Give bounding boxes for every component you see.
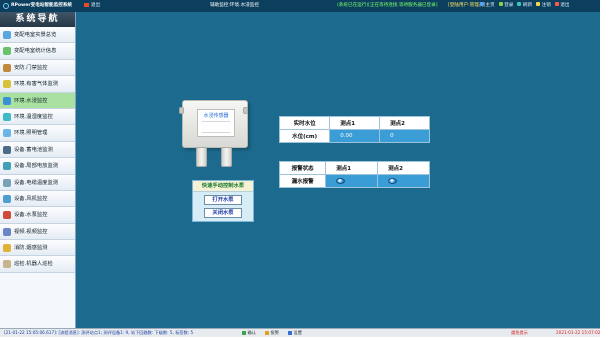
sidebar-item-label: 变配电室统计信息 (14, 48, 57, 55)
app-title: RPower变电站智能监控系统 (11, 3, 73, 8)
system-clock: 2021-01-22 15:07:02 (556, 330, 600, 335)
sidebar-title: 系统导航 (0, 12, 75, 27)
back-icon (84, 2, 89, 7)
level-value-point1: 0.00 (329, 129, 381, 143)
login-icon (498, 2, 503, 7)
sidebar-item[interactable]: 设备.风机监控 (0, 190, 75, 208)
pump-icon (3, 211, 11, 220)
status-bar: [21-01-22 15:05:06.617]: [流程消息]: 测评站点1; … (0, 328, 600, 337)
app-logo-icon (3, 3, 9, 9)
sidebar-item[interactable]: 环境.照明管理 (0, 125, 75, 142)
level-value-point2: 0 (379, 129, 430, 143)
robot-icon (3, 260, 11, 269)
camera-icon (3, 227, 11, 236)
sidebar-item-label: 设备.风机监控 (14, 195, 48, 202)
leak-indicator-point1 (325, 174, 379, 188)
logout-icon (536, 2, 541, 7)
gas-icon (3, 80, 11, 89)
smoke-icon (3, 244, 11, 253)
level-header-point2: 测点2 (379, 116, 430, 130)
breadcrumb: 辅助监控:环境.水浸监控 (210, 3, 259, 8)
leak-alarm-table: 报警状态 测点1 测点2 漏水报警 (278, 161, 430, 188)
settings-icon (288, 330, 292, 335)
sidebar-item-label: 设备.蓄电池监测 (14, 146, 53, 153)
water-icon (3, 96, 11, 105)
back-button[interactable]: 退出 (84, 0, 100, 12)
discharge-icon (3, 162, 11, 171)
sidebar-item-label: 巡检.机器人巡检 (14, 261, 53, 268)
level-row-label: 水位(cm) (278, 129, 331, 143)
water-level-table: 实时水位 测点1 测点2 水位(cm) 0.00 0 (278, 116, 430, 143)
cable-temp-icon (3, 178, 11, 187)
sidebar-item[interactable]: 变配电室实景总览 (0, 27, 75, 44)
battery-icon (3, 145, 11, 154)
close-pump-button[interactable]: 关闭水泵 (204, 208, 242, 218)
leak-indicator-point2 (377, 174, 430, 188)
connection-status: (系统已在运行)[正在等待连接,等待服务器已登录] (337, 3, 438, 8)
level-header-title: 实时水位 (278, 116, 331, 130)
top-action-button[interactable]: 退出 (554, 0, 570, 12)
sidebar-item-label: 设备.局部电放监测 (14, 163, 59, 170)
alarm-indicator: 遇急提示 (511, 330, 528, 335)
top-action-button[interactable]: 刷新 (517, 0, 532, 12)
sidebar-item[interactable]: 环境.水浸监控 (0, 92, 75, 109)
sidebar-item[interactable]: 环境.有害气体监测 (0, 76, 75, 93)
sidebar-item[interactable]: 环境.温湿度监控 (0, 108, 75, 126)
top-action-button[interactable]: 注销 (536, 0, 551, 12)
sidebar-item[interactable]: 设备.电缆温度监测 (0, 174, 75, 191)
top-actions: 主页 登录 刷新 注销 退出 (480, 0, 570, 12)
sidebar-item[interactable]: 安防.门禁监控 (0, 59, 75, 77)
leak-led-icon (336, 177, 346, 184)
sidebar-item-label: 设备.水泵监控 (14, 212, 48, 219)
light-icon (3, 129, 11, 138)
level-header-point1: 测点1 (329, 116, 381, 130)
sidebar-item[interactable]: 设备.局部电放监测 (0, 158, 75, 175)
fan-icon (3, 194, 11, 203)
stats-icon (3, 47, 11, 56)
sidebar-item-label: 环境.照明管理 (14, 130, 48, 137)
refresh-icon (517, 2, 522, 7)
sidebar-nav: 系统导航 变配电室实景总览 变配电室统计信息 安防.门禁监控环境.有害气体监测 环境.… (0, 12, 76, 328)
water-sensor-device: 水浸传感器 (179, 100, 252, 174)
sidebar-item[interactable]: 巡检.机器人巡检 (0, 256, 75, 273)
sidebar-item-label: 设备.电缆温度监测 (14, 179, 59, 186)
leak-row-label: 漏水报警 (278, 174, 327, 188)
open-pump-button[interactable]: 打开水泵 (204, 195, 242, 205)
sidebar-item-label: 环境.有害气体监测 (14, 81, 59, 88)
pump-panel-title: 快速手动控制水泵 (193, 181, 253, 192)
home-icon (480, 2, 484, 7)
sidebar-item[interactable]: 视频.视频监控 (0, 223, 75, 241)
sidebar-item[interactable]: 变配电室统计信息 (0, 43, 75, 60)
sidebar-item[interactable]: 设备.水泵监控 (0, 207, 75, 224)
leak-header-point1: 测点1 (325, 161, 379, 175)
sidebar-item-label: 环境.温湿度监控 (14, 113, 53, 120)
leak-header-title: 报警状态 (278, 161, 327, 175)
thermometer-icon (3, 112, 11, 121)
sidebar-item-label: 变配电室实景总览 (14, 32, 57, 38)
overview-icon (3, 31, 11, 39)
sidebar-item-label: 安防.门禁监控 (14, 64, 48, 71)
status-bar-button[interactable]: 设置 (288, 329, 302, 337)
status-bar-button[interactable]: 报警 (265, 329, 279, 337)
leak-header-point2: 测点2 (377, 161, 430, 175)
pump-control-panel: 快速手动控制水泵 打开水泵 关闭水泵 (192, 180, 254, 222)
sidebar-item-label: 视频.视频监控 (14, 228, 48, 235)
sidebar-item-label: 环境.水浸监控 (14, 97, 48, 104)
top-action-button[interactable]: 主页 (480, 0, 495, 12)
top-bar: RPower变电站智能监控系统 退出 辅助监控:环境.水浸监控 (系统已在运行)… (0, 0, 600, 12)
sidebar-item-label: 消防.烟感监测 (14, 245, 48, 252)
alarm-icon (265, 330, 269, 335)
status-bar-button[interactable]: 确认 (242, 329, 256, 337)
sidebar-item[interactable]: 消防.烟感监测 (0, 240, 75, 257)
door-icon (3, 63, 11, 72)
event-log: [21-01-22 15:05:06.617]: [流程消息]: 测评站点1; … (4, 330, 194, 335)
sidebar-item[interactable]: 设备.蓄电池监测 (0, 141, 75, 159)
confirm-icon (242, 330, 246, 335)
leak-led-icon (388, 177, 398, 184)
device-label: 水浸传感器 (197, 109, 235, 137)
top-action-button[interactable]: 登录 (498, 0, 513, 12)
exit-icon (554, 2, 559, 7)
